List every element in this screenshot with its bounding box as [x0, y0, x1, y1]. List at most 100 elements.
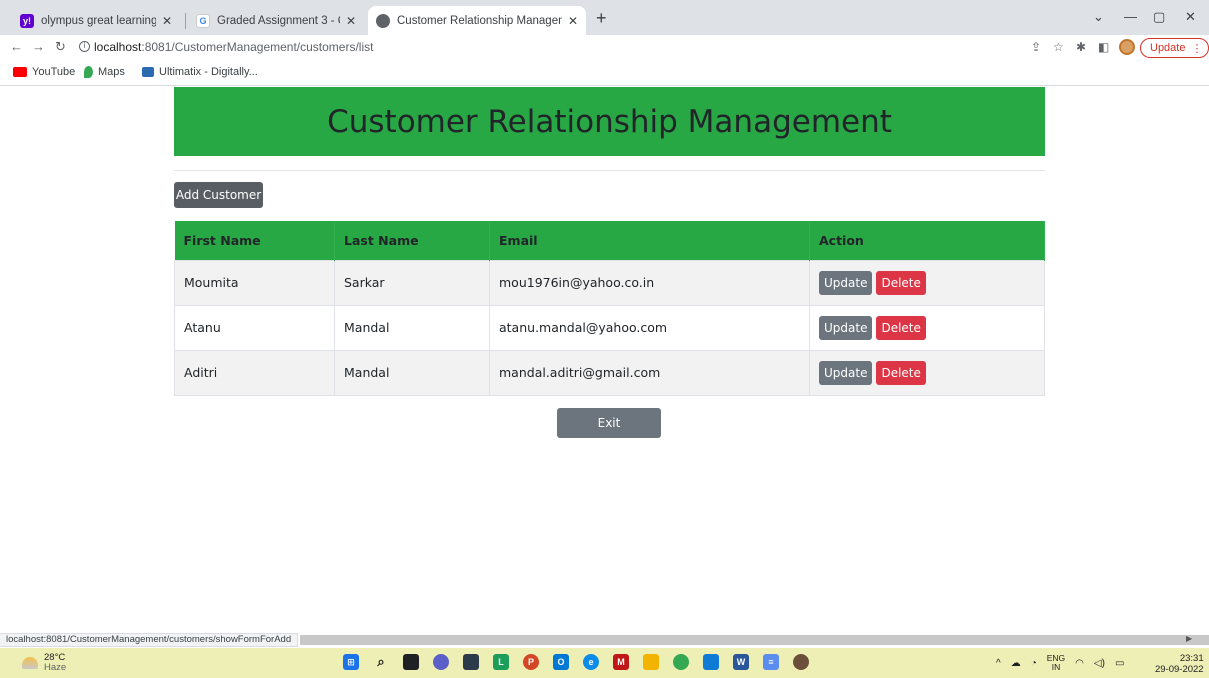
- taskbar-apps: ⊞ ⌕ L P O e M W ≡: [343, 654, 809, 670]
- cell-email: mandal.aditri@gmail.com: [489, 349, 810, 396]
- file-explorer-icon[interactable]: [643, 654, 659, 670]
- teams-chat-icon[interactable]: [433, 654, 449, 670]
- update-button[interactable]: Update: [819, 270, 873, 295]
- update-browser-button[interactable]: Update ⋮: [1140, 38, 1209, 58]
- ultimatix-icon: [142, 67, 154, 77]
- volume-icon[interactable]: ◁): [1094, 658, 1105, 669]
- mcafee-icon[interactable]: M: [613, 654, 629, 670]
- update-button[interactable]: Update: [819, 360, 873, 385]
- reload-icon[interactable]: ↻: [55, 39, 66, 55]
- avatar[interactable]: [1119, 39, 1135, 55]
- table-header-row: First Name Last Name Email Action: [174, 221, 1045, 260]
- more-menu-icon: ⋮: [1191, 42, 1203, 55]
- cell-email: atanu.mandal@yahoo.com: [489, 304, 810, 350]
- battery-icon[interactable]: ▭: [1115, 658, 1124, 669]
- scroll-right-icon[interactable]: ▶: [1186, 634, 1192, 643]
- url-path: :8081/CustomerManagement/customers/list: [141, 40, 374, 54]
- star-icon[interactable]: ☆: [1053, 40, 1064, 54]
- cloud-icon[interactable]: ☁: [1011, 658, 1021, 669]
- clock-date: 29-09-2022: [1155, 664, 1204, 675]
- url-field[interactable]: localhost:8081/CustomerManagement/custom…: [94, 40, 373, 54]
- cell-last-name: Sarkar: [334, 259, 490, 305]
- page-title: Customer Relationship Management: [327, 103, 892, 140]
- taskbar-clock[interactable]: 23:31 29-09-2022: [1155, 653, 1204, 675]
- l-app-icon[interactable]: L: [493, 654, 509, 670]
- windows-start-icon[interactable]: ⊞: [343, 654, 359, 670]
- photos-icon[interactable]: [703, 654, 719, 670]
- maps-pin-icon: [84, 66, 93, 78]
- close-icon[interactable]: ✕: [568, 14, 578, 28]
- word-icon[interactable]: W: [733, 654, 749, 670]
- customers-table: First Name Last Name Email Action Moumit…: [174, 221, 1045, 396]
- new-tab-button[interactable]: +: [596, 9, 607, 27]
- language-indicator[interactable]: ENG IN: [1047, 654, 1065, 672]
- add-customer-button[interactable]: Add Customer: [174, 182, 263, 208]
- url-host: localhost: [94, 40, 142, 54]
- page-header: Customer Relationship Management: [174, 87, 1045, 156]
- lang-bottom: IN: [1051, 662, 1061, 672]
- window-close-icon[interactable]: ✕: [1185, 9, 1196, 25]
- side-panel-icon[interactable]: ◧: [1098, 40, 1109, 54]
- edge-icon[interactable]: e: [583, 654, 599, 670]
- cell-action: Update Delete: [809, 304, 1045, 350]
- system-tray: ^ ☁ ◔ ENG IN ◠ ◁) ▭: [996, 654, 1124, 672]
- outlook-icon[interactable]: O: [553, 654, 569, 670]
- cell-first-name: Atanu: [174, 304, 335, 350]
- cell-last-name: Mandal: [334, 304, 490, 350]
- tray-app-icon[interactable]: ◔: [1031, 658, 1037, 669]
- tab-yahoo[interactable]: y! olympus great learning - Yahoo I ✕: [12, 6, 180, 35]
- extensions-icon[interactable]: ✱: [1076, 40, 1086, 54]
- update-browser-label: Update: [1150, 42, 1186, 54]
- divider: [174, 170, 1045, 171]
- cell-first-name: Aditri: [174, 349, 335, 396]
- widgets-icon[interactable]: [463, 654, 479, 670]
- table-row: Aditri Mandal mandal.aditri@gmail.com Up…: [174, 349, 1045, 396]
- delete-button[interactable]: Delete: [876, 315, 926, 340]
- chevron-up-icon[interactable]: ^: [996, 658, 1001, 669]
- exit-button[interactable]: Exit: [557, 408, 661, 438]
- tab-customer-relationship[interactable]: Customer Relationship Managem ✕: [368, 6, 586, 35]
- weather-desc: Haze: [44, 662, 67, 673]
- maximize-icon[interactable]: ▢: [1153, 9, 1165, 25]
- bookmark-label: YouTube: [32, 66, 76, 78]
- share-icon[interactable]: ⇪: [1031, 40, 1041, 54]
- minimize-icon[interactable]: —: [1124, 9, 1137, 24]
- column-header: Action: [809, 221, 1045, 260]
- app-icon[interactable]: [793, 654, 809, 670]
- cell-action: Update Delete: [809, 259, 1045, 305]
- bookmark-label: Maps: [98, 66, 125, 78]
- column-header: Email: [489, 221, 810, 260]
- table-row: Moumita Sarkar mou1976in@yahoo.co.in Upd…: [174, 259, 1045, 305]
- tab-separator: [185, 13, 186, 29]
- task-view-icon[interactable]: [403, 654, 419, 670]
- search-icon[interactable]: ⌕: [373, 654, 389, 670]
- forward-icon[interactable]: →: [32, 39, 45, 54]
- back-icon[interactable]: ←: [10, 39, 23, 54]
- delete-button[interactable]: Delete: [876, 270, 926, 295]
- weather-widget[interactable]: 28°C Haze: [22, 653, 66, 673]
- horizontal-scrollbar[interactable]: [300, 635, 1209, 645]
- cell-last-name: Mandal: [334, 349, 490, 396]
- bookmark-youtube[interactable]: YouTube: [13, 66, 75, 78]
- delete-button[interactable]: Delete: [876, 360, 926, 385]
- cell-action: Update Delete: [809, 349, 1045, 396]
- google-icon: G: [196, 13, 210, 28]
- notepad-icon[interactable]: ≡: [763, 654, 779, 670]
- tab-title: olympus great learning - Yahoo I: [41, 14, 156, 27]
- close-icon[interactable]: ✕: [346, 14, 356, 28]
- close-icon[interactable]: ✕: [162, 14, 172, 28]
- bookmark-maps[interactable]: Maps: [84, 66, 125, 78]
- status-bar-url: localhost:8081/CustomerManagement/custom…: [0, 633, 299, 647]
- wifi-icon[interactable]: ◠: [1075, 658, 1084, 669]
- powerpoint-icon[interactable]: P: [523, 654, 539, 670]
- site-info-icon[interactable]: i: [79, 41, 90, 52]
- youtube-icon: [13, 67, 27, 77]
- bookmark-ultimatix[interactable]: Ultimatix - Digitally...: [142, 66, 258, 78]
- chrome-icon[interactable]: [673, 654, 689, 670]
- column-header: First Name: [174, 221, 335, 260]
- tab-graded-assignment[interactable]: G Graded Assignment 3 - ORM & S ✕: [188, 6, 364, 35]
- column-header: Last Name: [334, 221, 490, 260]
- update-button[interactable]: Update: [819, 315, 873, 340]
- chevron-down-icon[interactable]: ⌄: [1093, 9, 1104, 25]
- yahoo-icon: y!: [20, 13, 34, 28]
